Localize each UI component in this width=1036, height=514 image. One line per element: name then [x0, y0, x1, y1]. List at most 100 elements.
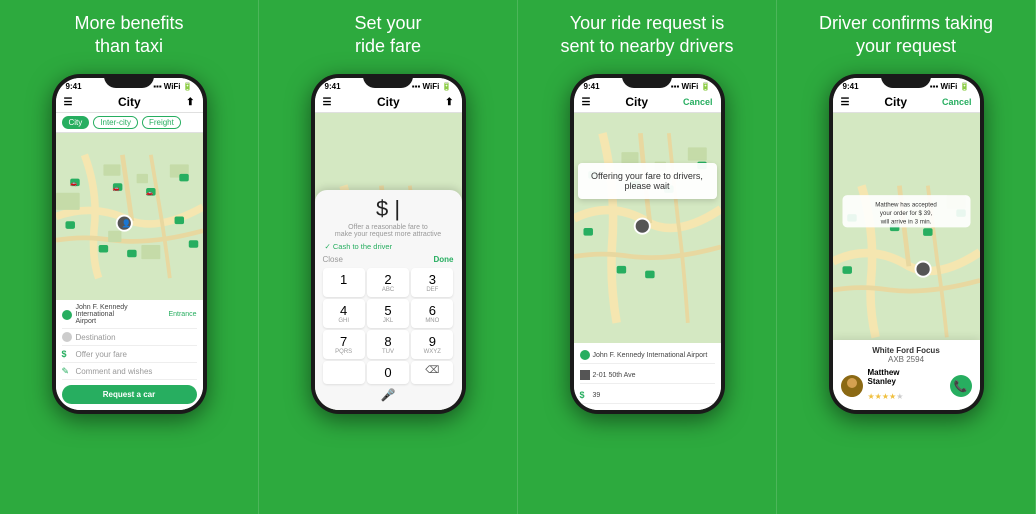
- info-area-3: John F. Kennedy International Airport 2-…: [574, 343, 721, 410]
- svg-text:🚗: 🚗: [112, 186, 119, 192]
- dest-icon: [62, 332, 72, 342]
- menu-icon-2[interactable]: ☰: [323, 97, 332, 108]
- phone-2: 9:41 ▪▪▪ WiFi 🔋 ☰ City ⬆: [311, 74, 466, 414]
- key-2[interactable]: 2ABC: [367, 268, 409, 297]
- share-icon-1[interactable]: ⬆: [186, 97, 194, 108]
- key-empty: [323, 361, 365, 384]
- svg-text:🚗: 🚗: [70, 181, 77, 187]
- app-topbar-4: ☰ City Cancel: [833, 93, 980, 113]
- request-car-button[interactable]: Request a car: [62, 385, 197, 404]
- panel-4: Driver confirms takingyour request 9:41 …: [777, 0, 1036, 514]
- tabs-1: City Inter-city Freight: [56, 113, 203, 133]
- tab-city-1[interactable]: City: [62, 116, 90, 129]
- panel-3: Your ride request issent to nearby drive…: [518, 0, 777, 514]
- panel-2: Set yourride fare 9:41 ▪▪▪ WiFi 🔋 ☰ City…: [259, 0, 518, 514]
- status-icons-1: ▪▪▪ WiFi 🔋: [153, 82, 192, 91]
- cancel-button-3[interactable]: Cancel: [683, 97, 713, 107]
- tab-intercity-1[interactable]: Inter-city: [93, 116, 138, 129]
- key-8[interactable]: 8TUV: [367, 330, 409, 359]
- form-row-location: John F. Kennedy InternationalAirport Ent…: [62, 304, 197, 329]
- key-1[interactable]: 1: [323, 268, 365, 297]
- notch-4: [881, 74, 931, 88]
- phone-3: 9:41 ▪▪▪ WiFi 🔋 ☰ City Cancel: [570, 74, 725, 414]
- key-del[interactable]: ⌫: [411, 361, 453, 384]
- time-4: 9:41: [843, 82, 859, 91]
- notch-2: [363, 74, 413, 88]
- key-5[interactable]: 5JKL: [367, 299, 409, 328]
- form-row-comment[interactable]: ✎ Comment and wishes: [62, 366, 197, 380]
- key-4[interactable]: 4GHI: [323, 299, 365, 328]
- app-topbar-3: ☰ City Cancel: [574, 93, 721, 113]
- driver-avatar: [841, 375, 863, 397]
- done-button[interactable]: Done: [434, 255, 454, 264]
- call-driver-button[interactable]: 📞: [950, 375, 972, 397]
- pickup-icon: [580, 350, 590, 360]
- panel-1: More benefitsthan taxi 9:41 ▪▪▪ WiFi 🔋 ☰…: [0, 0, 259, 514]
- info-row-pickup: John F. Kennedy International Airport: [580, 347, 715, 364]
- time-3: 9:41: [584, 82, 600, 91]
- panel-4-title: Driver confirms takingyour request: [819, 12, 993, 64]
- panel-1-title: More benefitsthan taxi: [74, 12, 183, 64]
- map-2: $ | Offer a reasonable fare tomake your …: [315, 113, 462, 410]
- menu-icon-1[interactable]: ☰: [64, 97, 73, 108]
- app-title-1: City: [118, 95, 141, 109]
- waiting-text: Offering your fare to drivers,please wai…: [591, 171, 703, 191]
- tab-freight-1[interactable]: Freight: [142, 116, 181, 129]
- waiting-overlay: Offering your fare to drivers,please wai…: [578, 163, 717, 199]
- key-9[interactable]: 9WXYZ: [411, 330, 453, 359]
- time-2: 9:41: [325, 82, 341, 91]
- status-icons-2: ▪▪▪ WiFi 🔋: [412, 82, 452, 91]
- mic-icon[interactable]: 🎤: [323, 388, 454, 402]
- plate-number: AXB 2594: [841, 355, 972, 364]
- numpad-actions: Close Done: [323, 255, 454, 264]
- comment-icon: ✎: [62, 366, 72, 376]
- dollar-icon: $: [62, 349, 72, 359]
- driver-info-row: MatthewStanley ★★★★★ 📞: [841, 368, 972, 404]
- phone-1: 9:41 ▪▪▪ WiFi 🔋 ☰ City ⬆ City Inter-city…: [52, 74, 207, 414]
- info-row-fare: $ 39: [580, 387, 715, 404]
- key-3[interactable]: 3DEF: [411, 268, 453, 297]
- dollar-icon-3: $: [580, 390, 590, 400]
- cancel-button-4[interactable]: Cancel: [942, 97, 972, 107]
- form-area-1: John F. Kennedy InternationalAirport Ent…: [56, 300, 203, 410]
- driver-card: White Ford Focus AXB 2594 MatthewStanley…: [833, 340, 980, 410]
- cash-label: ✓ Cash to the driver: [323, 242, 454, 251]
- menu-icon-3[interactable]: ☰: [582, 97, 591, 108]
- svg-text:👤: 👤: [121, 219, 130, 228]
- fare-input[interactable]: $ |: [323, 196, 454, 222]
- app-topbar-1: ☰ City ⬆: [56, 93, 203, 113]
- close-button[interactable]: Close: [323, 255, 343, 264]
- key-0[interactable]: 0: [367, 361, 409, 384]
- menu-icon-4[interactable]: ☰: [841, 97, 850, 108]
- key-7[interactable]: 7PQRS: [323, 330, 365, 359]
- panel-2-title: Set yourride fare: [354, 12, 421, 64]
- phone-4: 9:41 ▪▪▪ WiFi 🔋 ☰ City Cancel: [829, 74, 984, 414]
- driver-rating: ★★★★★: [868, 386, 904, 404]
- map-1: 🚗 🚗 🚗 👤: [56, 133, 203, 300]
- status-icons-4: ▪▪▪ WiFi 🔋: [930, 82, 970, 91]
- svg-text:Matthew has accepted: Matthew has accepted: [875, 201, 937, 208]
- status-icons-3: ▪▪▪ WiFi 🔋: [671, 82, 711, 91]
- app-title-4: City: [884, 95, 907, 109]
- notch-1: [104, 74, 154, 88]
- notch-3: [622, 74, 672, 88]
- app-topbar-2: ☰ City ⬆: [315, 93, 462, 113]
- form-row-dest[interactable]: Destination: [62, 332, 197, 346]
- app-title-3: City: [625, 95, 648, 109]
- map-3: Offering your fare to drivers,please wai…: [574, 113, 721, 343]
- driver-name: MatthewStanley: [868, 368, 904, 386]
- svg-text:your order for $ 39,: your order for $ 39,: [879, 210, 932, 217]
- svg-text:will arrive in 3 min.: will arrive in 3 min.: [879, 219, 931, 226]
- svg-text:🚗: 🚗: [146, 191, 153, 197]
- key-6[interactable]: 6MNO: [411, 299, 453, 328]
- numpad-overlay: $ | Offer a reasonable fare tomake your …: [315, 190, 462, 410]
- form-row-fare[interactable]: $ Offer your fare: [62, 349, 197, 363]
- dest-icon-3: [580, 370, 590, 380]
- numpad-grid: 1 2ABC 3DEF 4GHI 5JKL 6MNO 7PQRS 8TUV 9W…: [323, 268, 454, 384]
- panel-3-title: Your ride request issent to nearby drive…: [560, 12, 733, 64]
- fare-hint: Offer a reasonable fare tomake your requ…: [323, 224, 454, 238]
- share-icon-2[interactable]: ⬆: [445, 97, 453, 108]
- app-title-2: City: [377, 95, 400, 109]
- time-1: 9:41: [66, 82, 82, 91]
- info-row-dest: 2-01 50th Ave: [580, 367, 715, 384]
